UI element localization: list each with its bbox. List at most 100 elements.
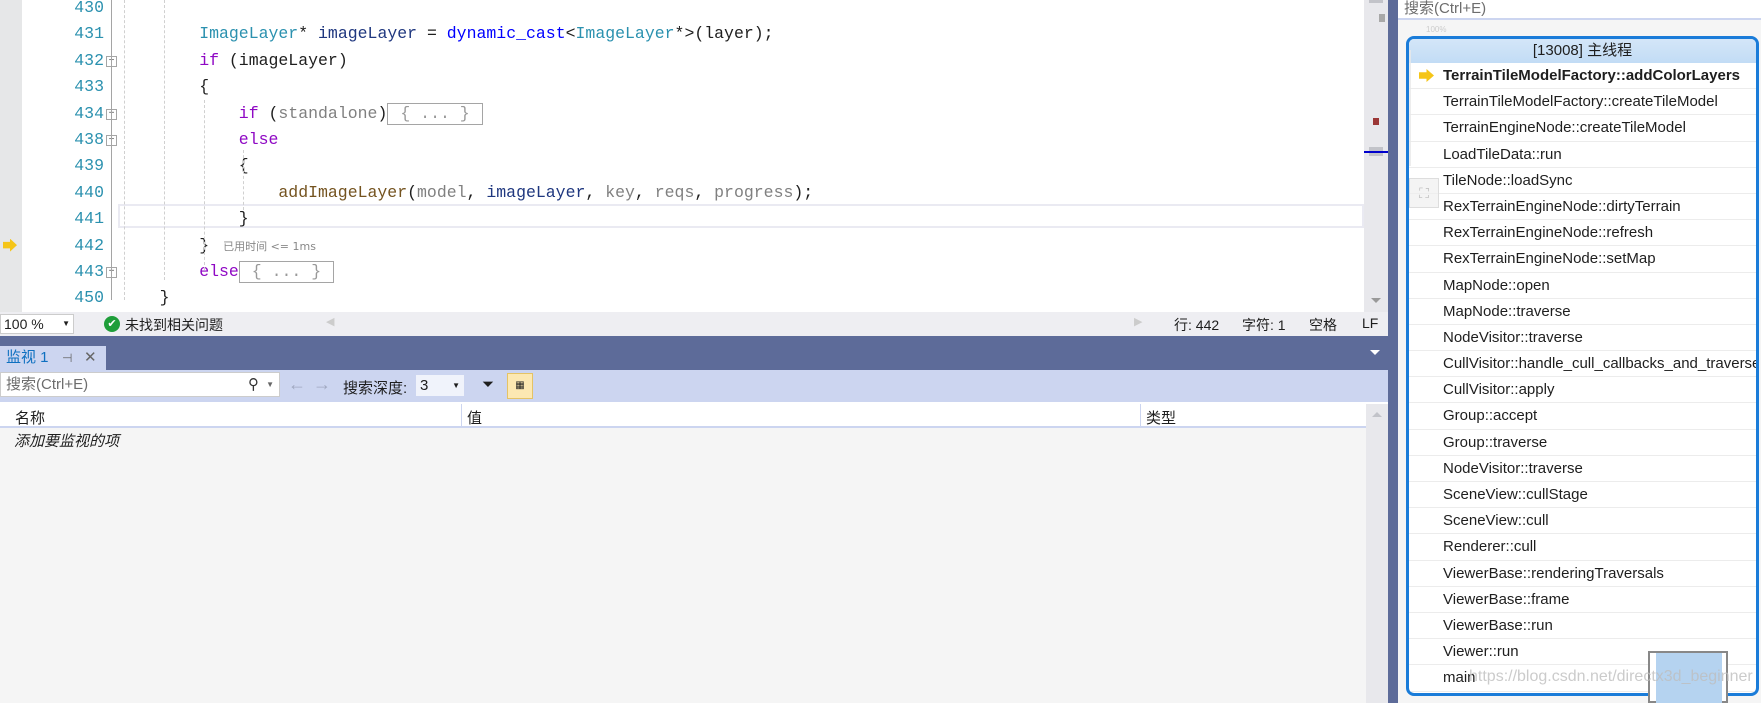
column-type[interactable]: 类型 <box>1146 407 1176 428</box>
call-stack-map[interactable]: [13008] 主线程 TerrainTileModelFactory::add… <box>1406 36 1759 696</box>
collapsed-region[interactable]: { ... } <box>387 102 483 125</box>
frame-label: Renderer::cull <box>1443 538 1537 556</box>
close-icon[interactable]: ✕ <box>84 346 97 370</box>
stack-frame[interactable]: ViewerBase::frame <box>1409 587 1756 613</box>
code-token: reqs <box>654 182 695 202</box>
indent-guide <box>243 150 244 210</box>
forward-arrow-icon[interactable]: → <box>313 374 331 395</box>
pin-icon[interactable]: ⊣ <box>62 346 72 370</box>
tab-watch-1[interactable]: 监视 1 ⊣ ✕ <box>0 346 106 370</box>
dropdown-icon[interactable] <box>1370 350 1380 355</box>
frame-label: LoadTileData::run <box>1443 145 1562 163</box>
stack-frame[interactable]: SceneView::cull <box>1409 508 1756 535</box>
watch-search-input[interactable]: 搜索(Ctrl+E) ⚲ ▼ <box>0 372 280 397</box>
code-line[interactable]: ImageLayer* imageLayer = dynamic_cast<Im… <box>199 21 773 47</box>
hex-icon: ▦ <box>515 380 525 391</box>
watch-vertical-scrollbar[interactable] <box>1366 404 1388 703</box>
code-token: if <box>199 50 219 70</box>
line-number: 442 <box>74 235 104 255</box>
call-stack-search-input[interactable]: 搜索(Ctrl+E) <box>1398 0 1761 20</box>
stack-frame[interactable]: TileNode::loadSync <box>1409 168 1756 194</box>
code-token: imageLayer <box>318 24 418 44</box>
line-number: 440 <box>74 182 104 202</box>
code-editor[interactable]: 430 431 ImageLayer* imageLayer = dynamic_c… <box>0 0 1364 312</box>
frame-label: Group::accept <box>1443 407 1538 425</box>
frame-label: NodeVisitor::traverse <box>1443 328 1583 346</box>
line-number: 439 <box>74 156 104 176</box>
frame-label: Viewer::run <box>1443 643 1519 661</box>
stack-frame[interactable]: RexTerrainEngineNode::dirtyTerrain <box>1409 194 1756 221</box>
zoom-value: 100 % <box>4 316 44 332</box>
code-line[interactable]: if (standalone){ ... } <box>239 101 483 127</box>
stack-frame[interactable]: SceneView::cullStage <box>1409 482 1756 509</box>
scroll-up-icon[interactable] <box>1372 412 1382 417</box>
fit-view-icon[interactable]: ⛶ <box>1409 178 1439 208</box>
code-token: progress <box>714 182 794 202</box>
zoom-slider[interactable] <box>1409 50 1411 166</box>
eol-indicator[interactable]: LF <box>1362 315 1378 331</box>
glyph-margin[interactable] <box>0 0 22 312</box>
code-line[interactable]: else{ ... } <box>199 259 335 285</box>
code-line[interactable]: } 已用时间 <= 1ms <box>199 233 316 259</box>
line-indicator[interactable]: 行: 442 <box>1174 315 1219 335</box>
scroll-right-icon[interactable]: ▶ <box>1134 315 1142 328</box>
stack-frame[interactable]: Renderer::cull <box>1409 534 1756 561</box>
stack-frame[interactable]: CullVisitor::handle_cull_callbacks_and_t… <box>1409 351 1756 378</box>
code-token: , <box>694 182 715 202</box>
stack-frame[interactable]: NodeVisitor::traverse <box>1409 456 1756 482</box>
line-number: 430 <box>74 0 104 17</box>
stack-frame[interactable]: LoadTileData::run <box>1409 142 1756 168</box>
frame-label: SceneView::cullStage <box>1443 486 1588 503</box>
stack-frame[interactable]: TerrainTileModelFactory::createTileModel <box>1409 89 1756 116</box>
code-token: , <box>585 182 606 202</box>
line-number: 432 <box>74 50 104 70</box>
code-line[interactable]: } <box>239 206 249 232</box>
code-line[interactable]: if (imageLayer) <box>199 48 348 74</box>
collapsed-region[interactable]: { ... } <box>238 261 335 283</box>
filter-pin-icon[interactable]: ⏷ <box>482 376 494 393</box>
stack-frame[interactable]: TerrainTileModelFactory::addColorLayers <box>1409 63 1756 90</box>
add-watch-item[interactable]: 添加要监视的项 <box>14 430 119 451</box>
stack-frame[interactable]: MapNode::open <box>1409 273 1756 299</box>
code-line[interactable]: } <box>160 285 170 311</box>
scroll-down-icon[interactable] <box>1371 298 1381 303</box>
panel-splitter[interactable] <box>1388 0 1398 703</box>
stack-frame[interactable]: MapNode::traverse <box>1409 299 1756 325</box>
hex-display-toggle[interactable]: ▦ <box>507 373 533 399</box>
chevron-down-icon[interactable]: ▼ <box>266 373 274 396</box>
code-line[interactable]: else <box>239 127 279 153</box>
code-line[interactable]: addImageLayer(model, imageLayer, key, re… <box>278 180 813 206</box>
spacing-indicator[interactable]: 空格 <box>1309 315 1337 335</box>
search-icon[interactable]: ⚲ <box>248 373 259 396</box>
perf-tip[interactable]: 已用时间 <= 1ms <box>223 240 316 253</box>
search-depth-dropdown[interactable]: 3 ▼ <box>415 374 465 397</box>
watch-tab-bar <box>0 336 1388 370</box>
frame-label: SceneView::cull <box>1443 512 1549 530</box>
scroll-left-icon[interactable]: ◀ <box>326 315 334 328</box>
zoom-dropdown[interactable]: 100 % ▼ <box>0 314 74 334</box>
stack-frame[interactable]: Group::traverse <box>1409 430 1756 456</box>
search-placeholder: 搜索(Ctrl+E) <box>1404 0 1487 17</box>
watermark: https://blog.csdn.net/directx3d_beginner <box>1469 668 1753 685</box>
column-name[interactable]: 名称 <box>15 407 45 428</box>
issues-status[interactable]: 未找到相关问题 <box>125 315 223 335</box>
stack-frame[interactable]: NodeVisitor::traverse <box>1409 325 1756 352</box>
code-token: { <box>199 77 210 97</box>
stack-frame[interactable]: ViewerBase::run <box>1409 613 1756 640</box>
frame-label: RexTerrainEngineNode::dirtyTerrain <box>1443 197 1681 215</box>
stack-frame[interactable]: RexTerrainEngineNode::refresh <box>1409 220 1756 247</box>
breakpoint-marker <box>1373 118 1379 125</box>
stack-frame[interactable]: ViewerBase::renderingTraversals <box>1409 561 1756 587</box>
code-token: ( <box>407 182 418 202</box>
search-depth-label: 搜索深度: <box>343 380 408 397</box>
editor-vertical-scrollbar[interactable] <box>1364 0 1388 312</box>
line-number: 441 <box>74 209 104 229</box>
stack-frame[interactable]: CullVisitor::apply <box>1409 377 1756 404</box>
column-value[interactable]: 值 <box>467 407 482 428</box>
stack-frame[interactable]: Group::accept <box>1409 403 1756 430</box>
code-line[interactable]: { <box>199 74 209 100</box>
stack-frame[interactable]: RexTerrainEngineNode::setMap <box>1409 246 1756 273</box>
back-arrow-icon[interactable]: ← <box>288 374 306 395</box>
stack-frame[interactable]: TerrainEngineNode::createTileModel <box>1409 115 1756 142</box>
char-indicator[interactable]: 字符: 1 <box>1242 315 1286 335</box>
